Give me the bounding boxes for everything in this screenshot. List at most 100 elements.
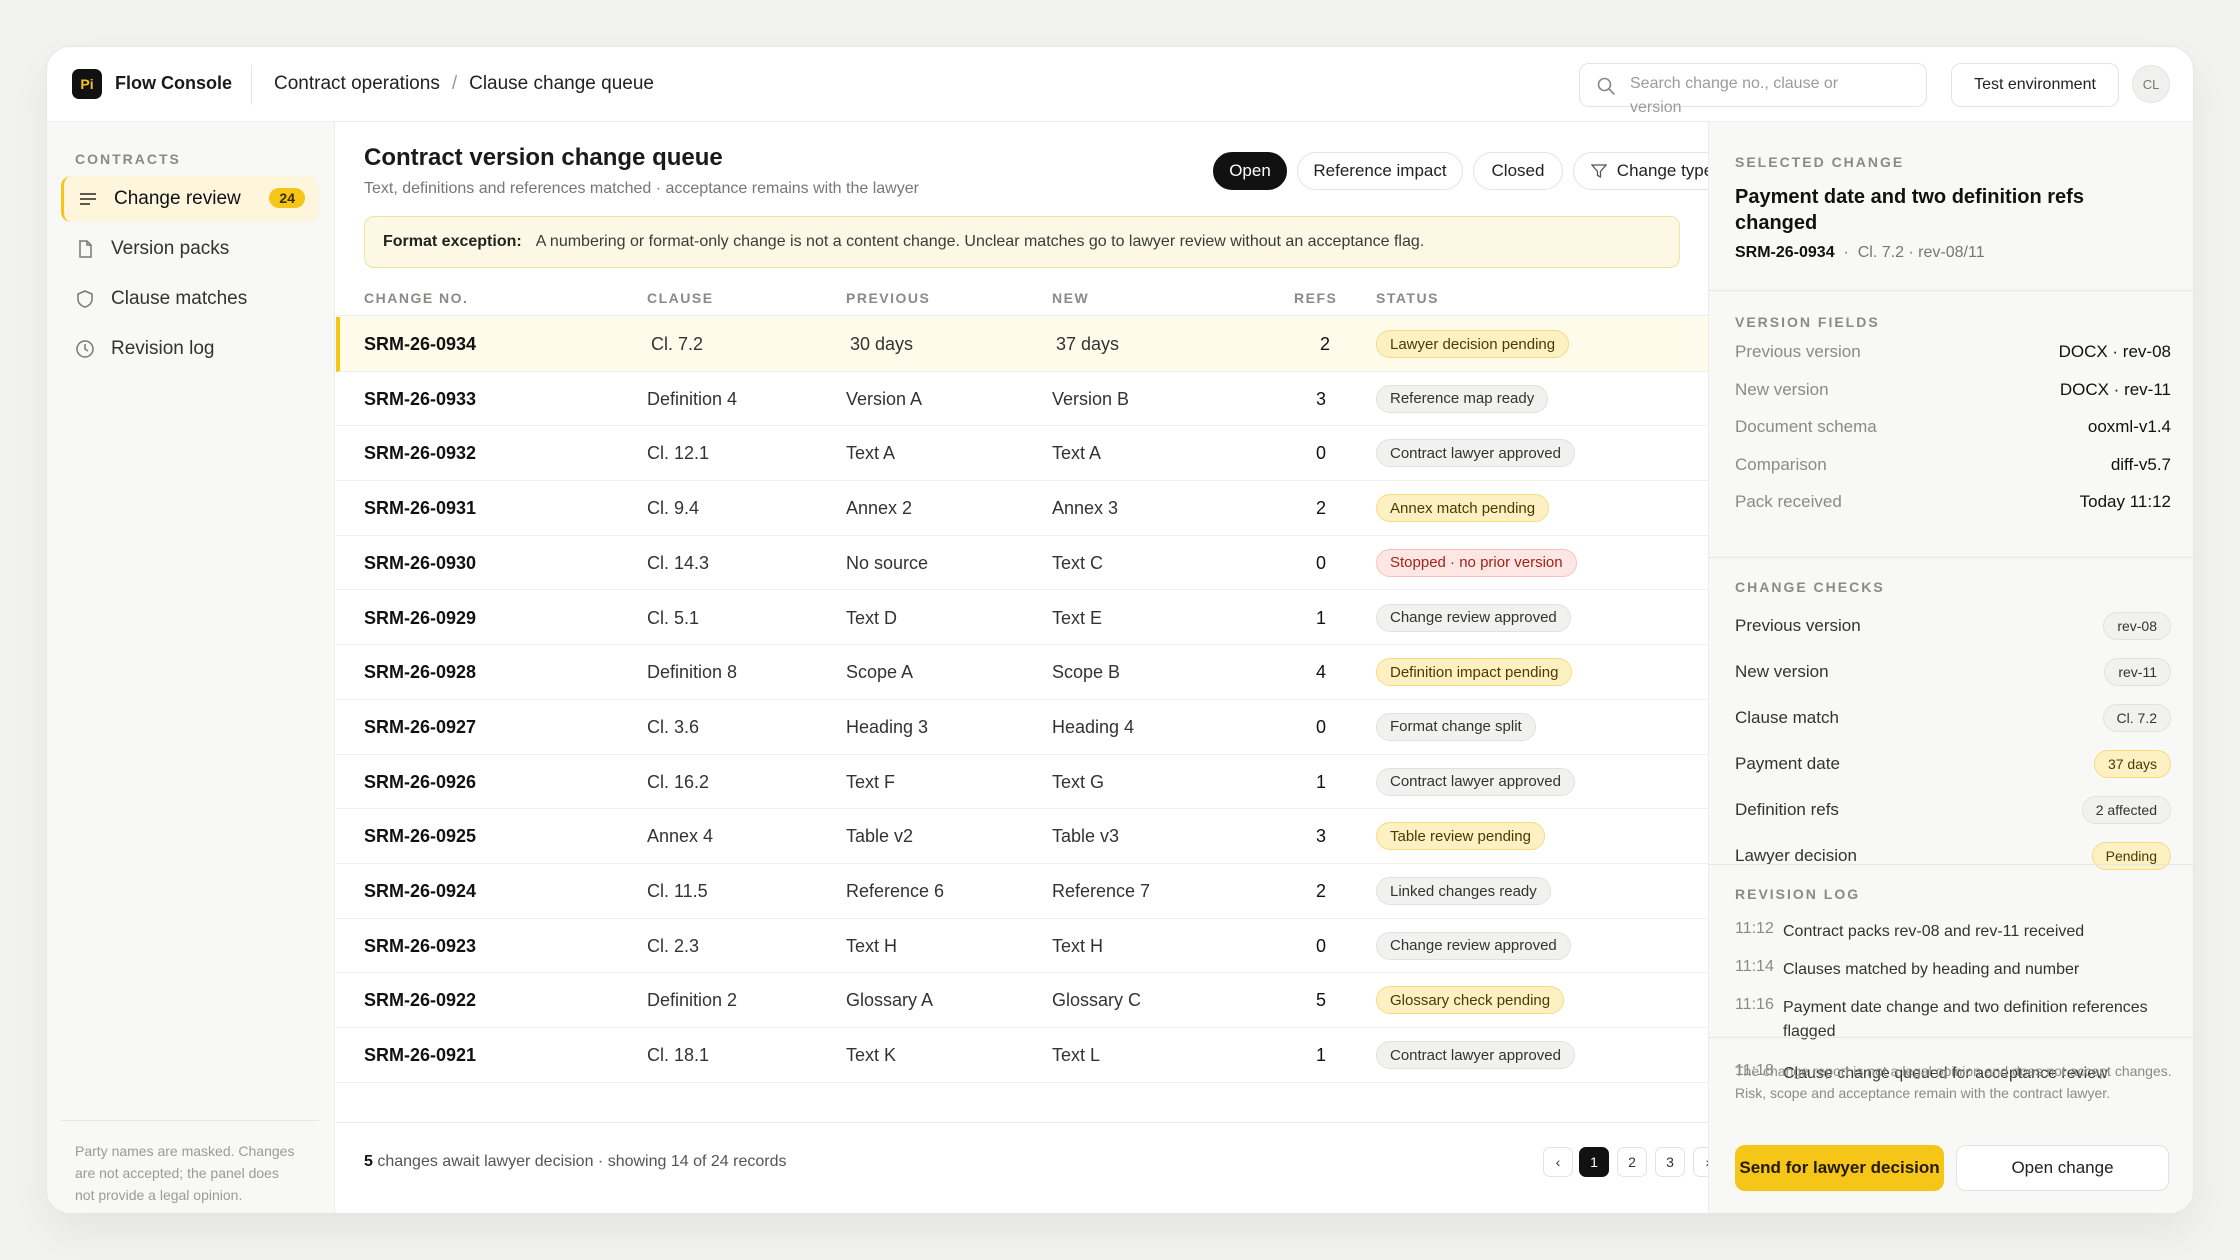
pagination-page-3[interactable]: 3: [1655, 1147, 1685, 1177]
check-label: Clause match: [1735, 708, 1839, 727]
cell-change-no: SRM-26-0929: [364, 607, 477, 628]
table-row[interactable]: SRM-26-0934 Cl. 7.2 30 days 37 days 2 Lawyer …: [336, 317, 1708, 372]
table-row[interactable]: SRM-26-0932 Cl. 12.1 Text A Text A 0 Contract…: [336, 426, 1708, 482]
cell-new: Table v3: [1052, 826, 1120, 847]
send-for-lawyer-decision-button[interactable]: Send for lawyer decision: [1735, 1145, 1944, 1191]
column-header-previous[interactable]: PREVIOUS: [846, 290, 930, 306]
cell-new: Heading 4: [1052, 716, 1135, 737]
check-status-badge: Pending: [2091, 842, 2171, 870]
status-badge: Change review approved: [1376, 931, 1571, 960]
breadcrumb-section[interactable]: Contract operations: [274, 73, 440, 95]
sidebar-item-label: Revision log: [111, 338, 215, 359]
divider: [61, 1120, 319, 1121]
column-header-clause[interactable]: CLAUSE: [647, 290, 714, 306]
table-row[interactable]: SRM-26-0928 Definition 8 Scope A Scope B 4 De…: [336, 645, 1708, 700]
format-exception-notice: Format exception: A numbering or format-…: [364, 216, 1680, 268]
sidebar-item-change-review[interactable]: Change review 24: [61, 176, 319, 222]
table-row[interactable]: SRM-26-0921 Cl. 18.1 Text K Text L 1 Contract…: [336, 1028, 1708, 1083]
field-label: Pack received: [1735, 492, 1842, 511]
notice-label: Format exception:: [383, 233, 522, 250]
cell-clause: Cl. 11.5: [647, 881, 708, 901]
cell-clause: Cl. 7.2: [651, 334, 704, 354]
pagination-prev-button[interactable]: ‹: [1543, 1147, 1573, 1177]
table-row[interactable]: SRM-26-0922 Definition 2 Glossary A Glossar…: [336, 973, 1708, 1029]
cell-new: Text C: [1052, 552, 1104, 573]
cell-refs: 0: [1315, 935, 1326, 956]
table-row[interactable]: SRM-26-0930 Cl. 14.3 No source Text C 0 Stopp…: [336, 536, 1708, 591]
page-subtitle: Text, definitions and references matched…: [364, 180, 919, 197]
filter-open[interactable]: Open: [1213, 152, 1287, 190]
field-value: ooxml-v1.4: [2087, 417, 2171, 436]
cell-previous: Annex 2: [846, 498, 913, 519]
cell-new: Glossary C: [1052, 990, 1142, 1011]
status-badge: Contract lawyer approved: [1376, 1041, 1575, 1070]
check-status-badge: 37 days: [2093, 750, 2171, 778]
pagination-page-1[interactable]: 1: [1579, 1147, 1609, 1177]
breadcrumb-separator: /: [451, 73, 458, 94]
field-value: Today 11:12: [2079, 492, 2171, 511]
field-value: DOCX · rev-08: [2058, 342, 2171, 361]
table-row[interactable]: SRM-26-0927 Cl. 3.6 Heading 3 Heading 4 0 For…: [336, 700, 1708, 755]
status-badge: Lawyer decision pending: [1376, 330, 1570, 358]
sidebar-footer-note: Party names are masked. Changes are not …: [75, 1143, 295, 1203]
cell-refs: 2: [1315, 498, 1326, 519]
cell-previous: Text K: [846, 1045, 897, 1066]
cell-new: Text E: [1052, 607, 1103, 628]
avatar[interactable]: CL: [2132, 65, 2170, 103]
top-divider: [251, 65, 252, 105]
filter-reference-impact[interactable]: Reference impact: [1297, 152, 1463, 190]
version-fields-heading: VERSION FIELDS: [1735, 314, 1880, 330]
cell-refs: 1: [1315, 607, 1326, 628]
status-badge: Format change split: [1376, 712, 1536, 741]
log-time: 11:16: [1735, 996, 1774, 1013]
main-content: Contract version change queue Text, defi…: [336, 122, 1731, 1213]
shield-icon: [77, 290, 93, 308]
search-input[interactable]: Search change no., clause or version: [1579, 63, 1927, 116]
table-row[interactable]: SRM-26-0933 Definition 4 Version A Version …: [336, 372, 1708, 427]
column-header-refs[interactable]: REFS: [1294, 290, 1337, 306]
status-badge: Table review pending: [1376, 822, 1545, 851]
table-row[interactable]: SRM-26-0923 Cl. 2.3 Text H Text H 0 Change re…: [336, 919, 1708, 974]
table-row[interactable]: SRM-26-0929 Cl. 5.1 Text D Text E 1 Change re…: [336, 591, 1708, 646]
selected-change-id: SRM-26-0934 · Cl. 7.2 · rev-08/11: [1735, 244, 1985, 261]
cell-refs: 0: [1315, 716, 1326, 737]
cell-previous: Heading 3: [846, 716, 929, 737]
open-change-button[interactable]: Open change: [1956, 1145, 2169, 1191]
filter-closed[interactable]: Closed: [1473, 152, 1563, 190]
change-meta: Cl. 7.2 · rev-08/11: [1857, 244, 1985, 261]
file-icon: [79, 240, 92, 258]
status-badge: Glossary check pending: [1376, 986, 1565, 1015]
table-row[interactable]: SRM-26-0931 Cl. 9.4 Annex 2 Annex 3 2 Annex m…: [336, 481, 1708, 536]
search-icon: [1597, 77, 1615, 95]
cell-refs: 4: [1315, 662, 1326, 683]
breadcrumb-current: Clause change queue: [469, 73, 654, 94]
disclaimer-note: The change report is not a legal opinion…: [1735, 1063, 2172, 1101]
app-window: Pi Flow Console Contract operations / Cl…: [46, 46, 2194, 1214]
check-label: Previous version: [1735, 616, 1861, 635]
cell-previous: Glossary A: [846, 990, 934, 1011]
table-row[interactable]: SRM-26-0926 Cl. 16.2 Text F Text G 1 Contract…: [336, 755, 1708, 810]
sidebar-item-version-packs[interactable]: Version packs: [61, 226, 319, 272]
column-header-status[interactable]: STATUS: [1376, 290, 1439, 306]
field-label: New version: [1735, 379, 1829, 399]
cell-refs: 0: [1315, 552, 1326, 573]
cell-change-no: SRM-26-0931: [364, 498, 477, 519]
table-row[interactable]: SRM-26-0924 Cl. 11.5 Reference 6 Reference …: [336, 864, 1708, 919]
column-header-new[interactable]: NEW: [1052, 290, 1089, 306]
environment-button[interactable]: Test environment: [1951, 63, 2119, 107]
detail-panel: SELECTED CHANGE Payment date and two def…: [1708, 122, 2193, 1213]
pagination-page-2[interactable]: 2: [1617, 1147, 1647, 1177]
cell-previous: Table v2: [846, 826, 914, 847]
version-field-row: Pack received Today 11:12: [1735, 492, 2171, 512]
table-row[interactable]: SRM-26-0925 Annex 4 Table v2 Table v3 3 Table…: [336, 809, 1708, 864]
app-logo[interactable]: Pi: [72, 69, 102, 99]
cell-change-no: SRM-26-0921: [364, 1045, 477, 1066]
sidebar-item-clause-matches[interactable]: Clause matches: [61, 276, 319, 322]
sidebar-item-label: Change review: [114, 188, 241, 209]
notice-text: A numbering or format-only change is not…: [535, 233, 1425, 250]
column-header-change-no[interactable]: CHANGE NO.: [364, 290, 468, 306]
table-footer: 5 changes await lawyer decision · showin…: [336, 1122, 1723, 1213]
app-name[interactable]: Flow Console: [115, 73, 232, 94]
sidebar-item-revision-log[interactable]: Revision log: [61, 326, 319, 372]
cell-refs: 3: [1315, 826, 1326, 847]
